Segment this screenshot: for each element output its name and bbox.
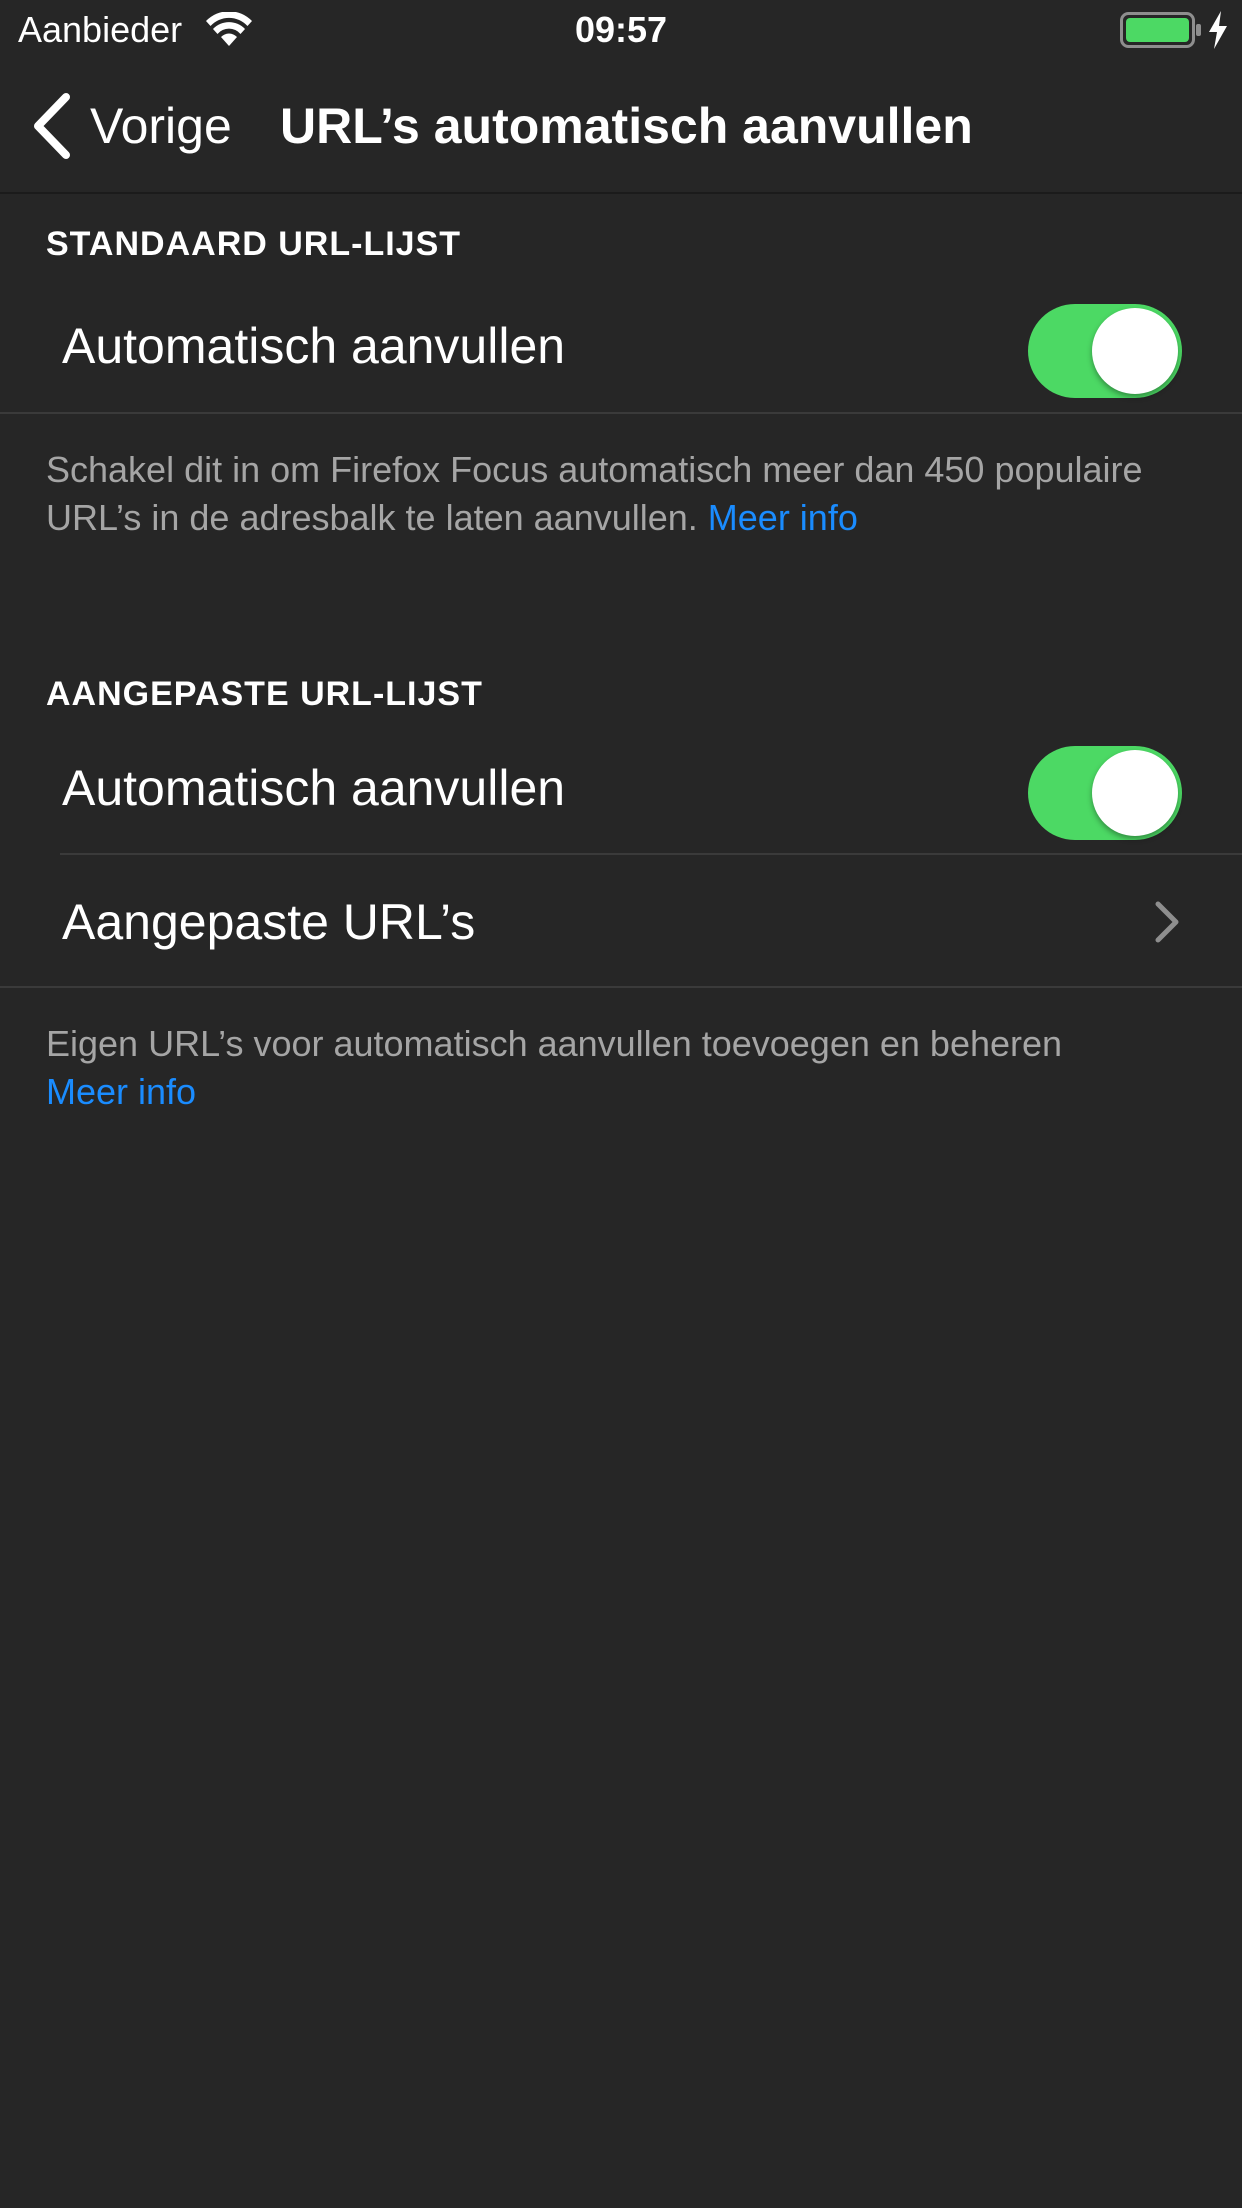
standard-more-info-link[interactable]: Meer info — [708, 497, 858, 538]
back-button[interactable]: Vorige — [30, 90, 250, 162]
custom-urls-row[interactable]: Aangepaste URL’s — [0, 856, 1242, 988]
custom-footer-description: Eigen URL’s voor automatisch aanvullen t… — [46, 1020, 1196, 1116]
standard-autocomplete-label: Automatisch aanvullen — [62, 318, 566, 374]
custom-autocomplete-label: Automatisch aanvullen — [62, 760, 566, 816]
custom-footer-text: Eigen URL’s voor automatisch aanvullen t… — [46, 1023, 1063, 1064]
custom-autocomplete-toggle[interactable] — [1028, 746, 1182, 840]
standard-autocomplete-toggle[interactable] — [1028, 304, 1182, 398]
custom-autocomplete-row: Automatisch aanvullen — [0, 722, 1242, 854]
section-header-standard: STANDAARD URL-LIJST — [46, 225, 462, 263]
divider — [0, 986, 1242, 988]
toggle-knob — [1092, 308, 1178, 394]
charging-bolt-icon — [1209, 11, 1227, 49]
standard-footer-description: Schakel dit in om Firefox Focus automati… — [46, 446, 1196, 542]
settings-screen: Aanbieder 09:57 Vorige URL’s automatisch… — [0, 0, 1242, 2208]
divider — [60, 853, 1242, 855]
custom-urls-label: Aangepaste URL’s — [62, 894, 476, 950]
toggle-knob — [1092, 750, 1178, 836]
back-button-label: Vorige — [90, 98, 232, 154]
navigation-bar: Vorige URL’s automatisch aanvullen — [0, 60, 1242, 194]
page-title: URL’s automatisch aanvullen — [280, 98, 973, 154]
status-bar: Aanbieder 09:57 — [0, 0, 1242, 60]
standard-autocomplete-row: Automatisch aanvullen — [0, 280, 1242, 412]
section-header-custom: AANGEPASTE URL-LIJST — [46, 675, 483, 713]
chevron-right-icon — [1155, 901, 1179, 943]
status-time: 09:57 — [574, 9, 668, 50]
standard-footer-text: Schakel dit in om Firefox Focus automati… — [46, 449, 1143, 538]
chevron-left-icon — [34, 93, 70, 159]
divider — [0, 412, 1242, 414]
custom-more-info-link[interactable]: Meer info — [46, 1071, 196, 1112]
battery-icon — [1120, 12, 1201, 48]
